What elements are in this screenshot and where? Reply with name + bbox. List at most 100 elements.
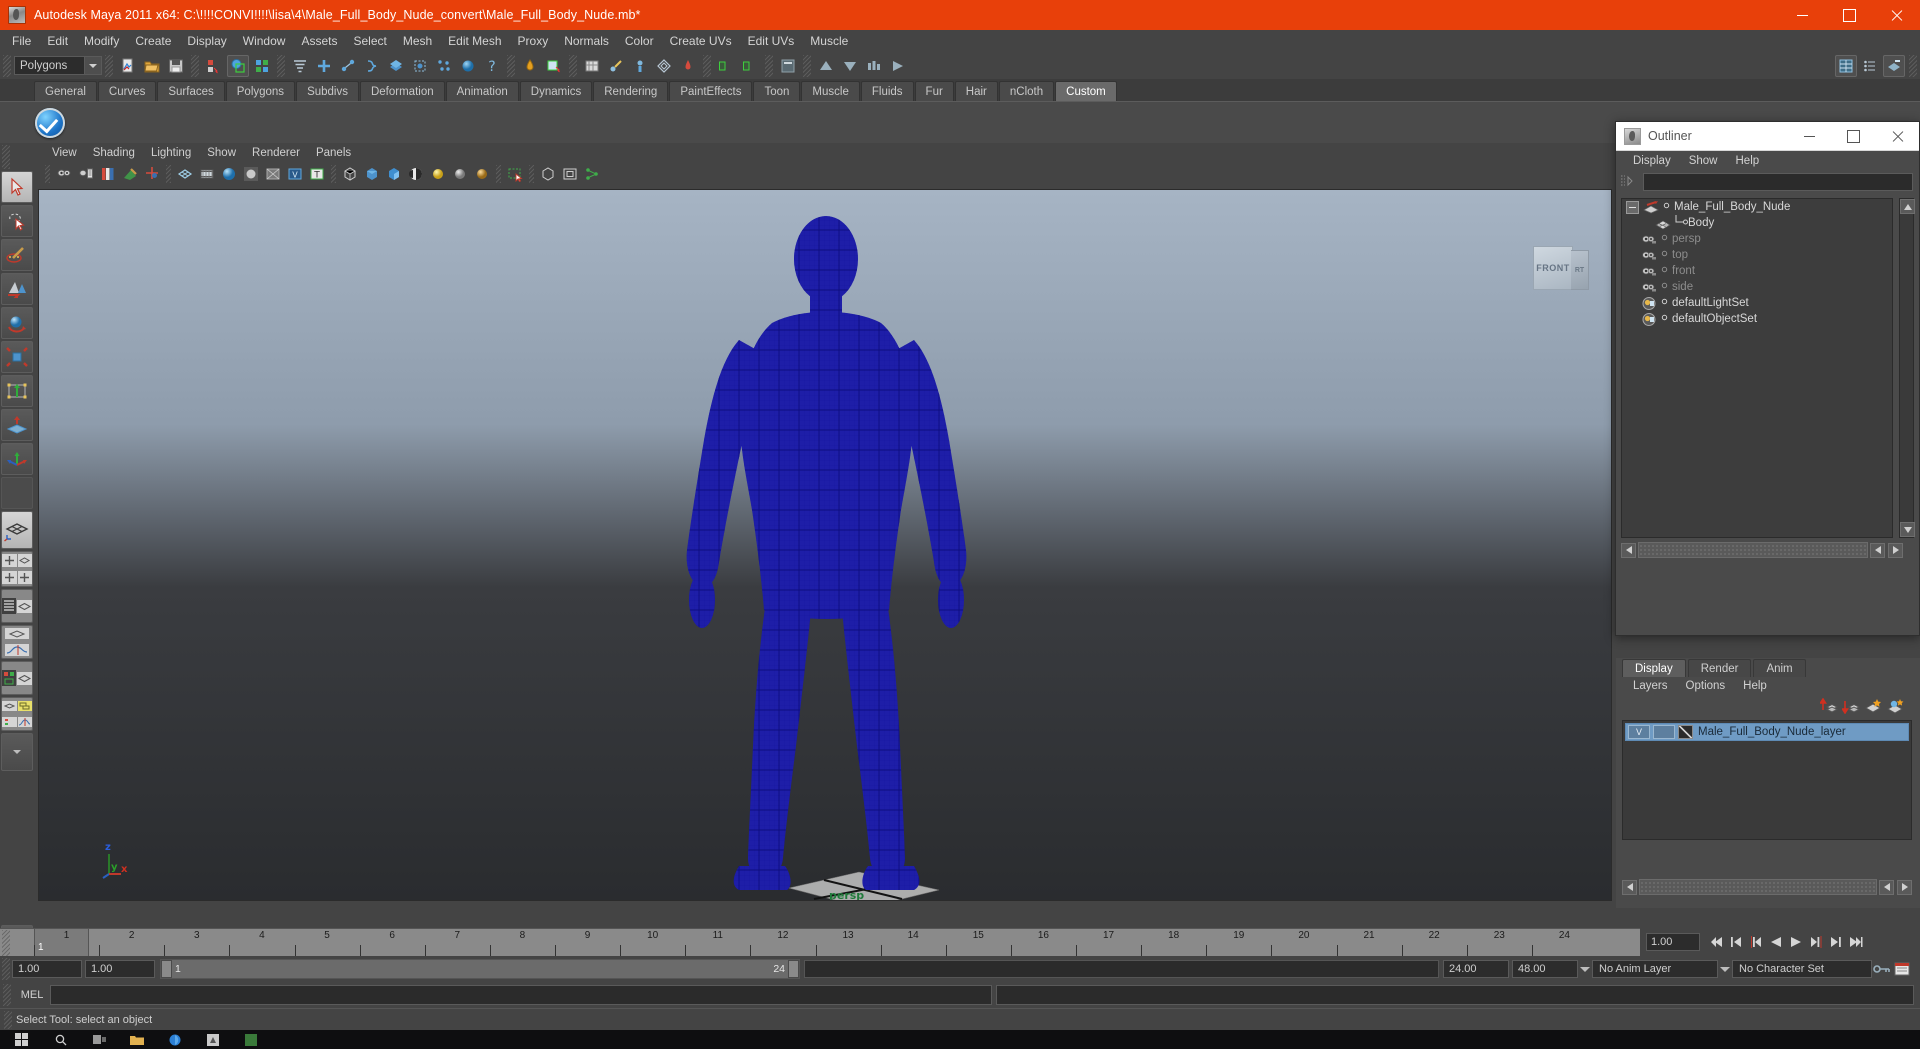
- help-icon[interactable]: ?: [481, 55, 503, 77]
- hypergraph-icon[interactable]: [653, 55, 675, 77]
- xray-mode-icon[interactable]: [263, 164, 283, 184]
- select-by-component-icon[interactable]: [251, 55, 273, 77]
- tool-settings-toggle-icon[interactable]: [1859, 55, 1881, 77]
- outliner-tree[interactable]: Male_Full_Body_Nude Body persp top front side…: [1621, 198, 1893, 538]
- shadows-icon[interactable]: [428, 164, 448, 184]
- playback-speed-dropdown-icon[interactable]: [1578, 960, 1592, 978]
- outliner-menu-show[interactable]: Show: [1680, 154, 1727, 168]
- layer-scroll-right-button-a[interactable]: [1879, 879, 1894, 895]
- taskbar-explorer-icon[interactable]: [118, 1030, 156, 1049]
- persp-graph-layout[interactable]: [1, 625, 33, 659]
- layer-visibility-toggle[interactable]: V: [1628, 725, 1650, 739]
- menu-edit-mesh[interactable]: Edit Mesh: [440, 31, 509, 51]
- menu-assets[interactable]: Assets: [293, 31, 345, 51]
- help-line-grip[interactable]: [4, 1011, 12, 1029]
- toolbox-grip[interactable]: [2, 145, 10, 169]
- smooth-shade-textured-icon[interactable]: [384, 164, 404, 184]
- menu-color[interactable]: Color: [617, 31, 662, 51]
- current-frame-field[interactable]: 1.00: [1646, 933, 1700, 951]
- range-slider-left-handle[interactable]: [161, 960, 172, 978]
- shelf-tab-fur[interactable]: Fur: [914, 81, 954, 101]
- shelf-tab-curves[interactable]: Curves: [97, 81, 157, 101]
- open-render-view-icon[interactable]: [581, 55, 603, 77]
- menu-edit[interactable]: Edit: [39, 31, 76, 51]
- command-output[interactable]: [996, 985, 1914, 1005]
- outliner-menu-help[interactable]: Help: [1727, 154, 1769, 168]
- soft-modification-tool[interactable]: [1, 409, 33, 441]
- shelf-custom-check-button[interactable]: [34, 107, 66, 139]
- layer-row[interactable]: V Male_Full_Body_Nude_layer: [1625, 723, 1909, 741]
- hardware-render-icon[interactable]: [582, 164, 602, 184]
- texture-toggle-icon[interactable]: T: [307, 164, 327, 184]
- statusline-grip-7[interactable]: [703, 54, 711, 77]
- range-start-time-field[interactable]: 1.00: [85, 960, 155, 978]
- scroll-up-button[interactable]: [1900, 199, 1915, 214]
- shelf-tab-animation[interactable]: Animation: [445, 81, 519, 101]
- snap-to-point-icon[interactable]: [361, 55, 383, 77]
- outliner-row[interactable]: Body: [1622, 214, 1892, 231]
- layer-editor-menu-layers[interactable]: Layers: [1624, 680, 1677, 692]
- taskbar-task-view-icon[interactable]: [80, 1030, 118, 1049]
- panel-layout-icon[interactable]: [560, 164, 580, 184]
- outliner-persp-layout[interactable]: [1, 589, 33, 623]
- menu-create-uvs[interactable]: Create UVs: [662, 31, 740, 51]
- viewport-menu-panels[interactable]: Panels: [308, 146, 359, 160]
- paint-select-tool[interactable]: [1, 239, 33, 271]
- statusline-grip-6[interactable]: [569, 54, 577, 77]
- outliner-hscroll-thumb[interactable]: [1638, 542, 1868, 558]
- taskbar-browser-icon[interactable]: [156, 1030, 194, 1049]
- shelf-tab-hair[interactable]: Hair: [954, 81, 998, 101]
- outliner-horizontal-scrollbar[interactable]: [1621, 542, 1903, 558]
- statusline-grip-5[interactable]: [507, 54, 515, 77]
- statusline-grip-2[interactable]: [105, 54, 113, 77]
- outliner-row[interactable]: top: [1622, 247, 1892, 263]
- outliner-row[interactable]: defaultLightSet: [1622, 295, 1892, 311]
- anim-layer-dropdown-icon[interactable]: [1718, 960, 1732, 978]
- menu-create[interactable]: Create: [127, 31, 179, 51]
- save-scene-icon[interactable]: [165, 55, 187, 77]
- show-hide-ui-b-icon[interactable]: [839, 55, 861, 77]
- outliner-row[interactable]: side: [1622, 279, 1892, 295]
- statusline-grip-9[interactable]: [803, 54, 811, 77]
- wireframe-shading-icon[interactable]: [340, 164, 360, 184]
- bookmarks-icon[interactable]: [98, 164, 118, 184]
- command-language-label[interactable]: MEL: [14, 989, 50, 1001]
- animation-preferences-icon[interactable]: [1892, 960, 1914, 978]
- menu-edit-uvs[interactable]: Edit UVs: [740, 31, 803, 51]
- lasso-select-tool[interactable]: [1, 205, 33, 237]
- channel-box-toggle-icon[interactable]: [1835, 54, 1857, 77]
- statusline-grip[interactable]: [3, 54, 11, 77]
- chevron-down-icon[interactable]: [84, 57, 101, 74]
- paint-effects-icon[interactable]: [677, 55, 699, 77]
- new-layer-icon[interactable]: [1862, 696, 1884, 716]
- default-light-icon[interactable]: [450, 164, 470, 184]
- view-cube-front-face[interactable]: FRONT: [1533, 246, 1573, 290]
- outliner-row[interactable]: defaultObjectSet: [1622, 311, 1892, 327]
- menu-normals[interactable]: Normals: [556, 31, 617, 51]
- select-camera-icon[interactable]: [54, 164, 74, 184]
- viewport-menu-renderer[interactable]: Renderer: [244, 146, 308, 160]
- show-hide-ui-d-icon[interactable]: [887, 55, 909, 77]
- show-editor-a-icon[interactable]: [715, 55, 737, 77]
- auto-keyframe-icon[interactable]: [1872, 960, 1892, 978]
- gate-mask-icon[interactable]: [241, 164, 261, 184]
- command-input[interactable]: [50, 985, 992, 1005]
- range-slider-right-handle[interactable]: [788, 960, 799, 978]
- camera-attributes-icon[interactable]: [76, 164, 96, 184]
- viewport-menu-lighting[interactable]: Lighting: [143, 146, 199, 160]
- viewport-toolbar-grip[interactable]: [45, 165, 50, 183]
- layer-list[interactable]: V Male_Full_Body_Nude_layer: [1622, 720, 1912, 840]
- layer-playback-toggle[interactable]: [1653, 725, 1675, 739]
- layer-editor-menu-help[interactable]: Help: [1734, 680, 1776, 692]
- statusline-grip-4[interactable]: [277, 54, 285, 77]
- select-by-hierarchy-icon[interactable]: [203, 55, 225, 77]
- windows-start-icon[interactable]: [0, 1030, 42, 1049]
- universal-manipulator-tool[interactable]: [1, 375, 33, 407]
- minimize-button[interactable]: [1779, 0, 1826, 30]
- perspective-viewport[interactable]: persp x y z FRONT RT: [38, 189, 1612, 901]
- open-scene-icon[interactable]: [141, 55, 163, 77]
- statusline-grip-8[interactable]: [765, 54, 773, 77]
- go-to-start-icon[interactable]: [1706, 931, 1726, 953]
- animation-start-time-field[interactable]: 1.00: [12, 960, 82, 978]
- toggle-attribute-editor-icon[interactable]: [777, 55, 799, 77]
